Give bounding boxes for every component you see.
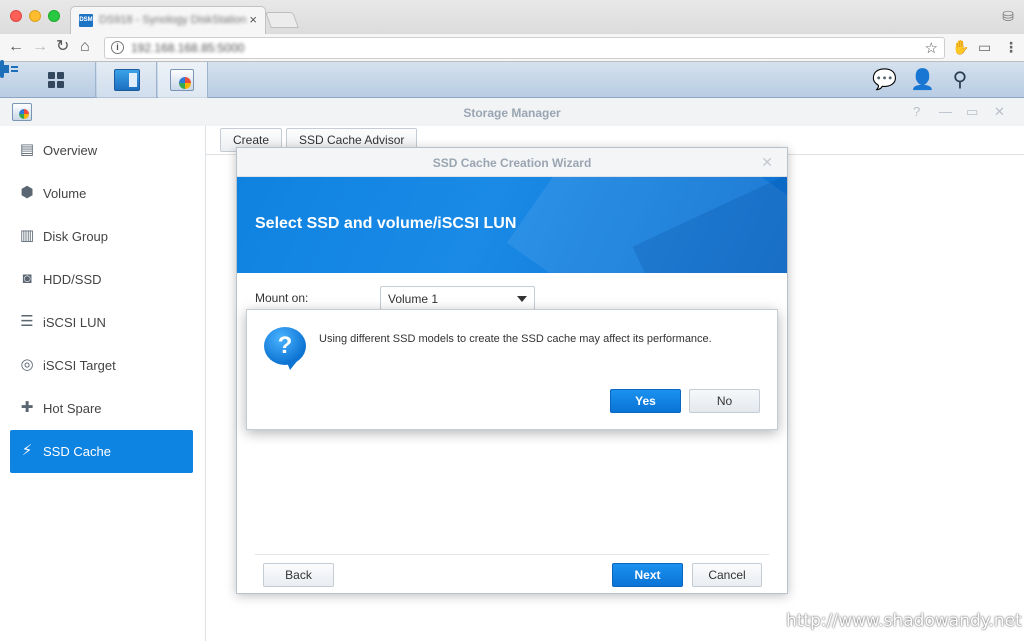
sidebar-item-hdd-ssd[interactable]: ◙ HDD/SSD [10, 258, 193, 301]
search-icon[interactable]: ⚲ [948, 69, 972, 91]
mount-on-select[interactable]: Volume 1 [380, 286, 535, 310]
sidebar-item-disk-group[interactable]: ▥ Disk Group [10, 215, 193, 258]
no-button[interactable]: No [689, 389, 760, 413]
extension-icon[interactable]: ✋ [952, 39, 969, 56]
home-icon[interactable]: ⌂ [80, 38, 90, 56]
browser-tab-strip: DSM DS918 - Synology DiskStation × ⛁ [0, 0, 1024, 34]
sidebar-item-volume[interactable]: ⬢ Volume [10, 172, 193, 215]
chevron-down-icon [517, 296, 527, 302]
main-menu-icon [48, 72, 64, 88]
mount-on-label: Mount on: [255, 291, 309, 305]
sidebar-item-label: Hot Spare [43, 401, 102, 416]
close-window-icon[interactable] [10, 10, 22, 22]
hot-spare-icon: ✚ [20, 399, 34, 416]
star-icon[interactable]: ☆ [925, 39, 938, 57]
ssd-cache-icon: ⚡ [21, 442, 33, 459]
sidebar-item-label: HDD/SSD [43, 272, 102, 287]
menu-icon[interactable]: ⋮ [1004, 39, 1018, 56]
widgets-icon[interactable] [0, 60, 4, 78]
wizard-step-title: Select SSD and volume/iSCSI LUN [255, 215, 517, 232]
cast-icon[interactable]: ▭ [978, 39, 991, 56]
sidebar-item-label: Volume [43, 186, 87, 201]
storage-manager-icon [114, 69, 140, 91]
wizard-titlebar: SSD Cache Creation Wizard ✕ [237, 148, 787, 177]
volume-icon: ⬢ [20, 184, 34, 201]
user-icon[interactable]: 👤 [910, 69, 935, 91]
maximize-icon[interactable]: ▭ [966, 104, 978, 120]
forward-arrow-icon[interactable]: → [32, 38, 48, 56]
sidebar-item-label: iSCSI LUN [43, 315, 106, 330]
question-icon: ? [264, 327, 306, 370]
hdd-icon: ◙ [22, 270, 32, 287]
help-icon[interactable]: ? [913, 104, 920, 119]
info-icon[interactable]: i [111, 41, 124, 54]
sidebar-item-label: SSD Cache [43, 444, 111, 459]
reload-icon[interactable]: ↻ [56, 38, 69, 56]
sidebar-item-overview[interactable]: ▤ Overview [10, 129, 193, 172]
iscsi-target-icon: ◎ [20, 356, 34, 373]
dsm-taskbar: 💬 👤 ⚲ [0, 60, 1024, 98]
sidebar-item-label: Disk Group [43, 229, 109, 244]
taskbar-ssd-wizard[interactable] [158, 62, 208, 98]
incognito-icon[interactable]: ⛁ [1002, 8, 1014, 25]
cancel-button[interactable]: Cancel [692, 563, 762, 587]
iscsi-lun-icon: ☰ [20, 313, 34, 330]
wizard-title: SSD Cache Creation Wizard [432, 156, 592, 170]
sidebar-item-label: iSCSI Target [43, 358, 116, 373]
dsm-favicon-icon: DSM [79, 14, 93, 27]
taskbar-storage-manager[interactable] [97, 62, 157, 98]
chat-icon[interactable]: 💬 [872, 69, 897, 91]
new-tab-button[interactable] [265, 12, 299, 28]
sidebar-item-hot-spare[interactable]: ✚ Hot Spare [10, 387, 193, 430]
sidebar: ▤ Overview ⬢ Volume ▥ Disk Group ◙ HDD/S… [0, 126, 206, 641]
yes-button[interactable]: Yes [610, 389, 681, 413]
next-button[interactable]: Next [612, 563, 683, 587]
close-icon[interactable]: ✕ [994, 104, 1005, 120]
window-title: Storage Manager [463, 106, 561, 120]
sidebar-item-iscsi-target[interactable]: ◎ iSCSI Target [10, 344, 193, 387]
sidebar-item-label: Overview [43, 143, 98, 158]
disk-group-icon: ▥ [19, 227, 35, 244]
sidebar-item-ssd-cache[interactable]: ⚡ SSD Cache [10, 430, 193, 473]
footer-divider [255, 554, 769, 555]
address-toolbar: ← → ↻ ⌂ i 192.168.168.85:5000 ☆ ✋ ▭ ⋮ [0, 34, 1024, 62]
tab-title: DS918 - Synology DiskStation [99, 14, 247, 26]
tab-close-icon[interactable]: × [249, 12, 257, 27]
minimize-icon[interactable]: — [939, 104, 952, 119]
back-button[interactable]: Back [263, 563, 334, 587]
close-icon[interactable]: ✕ [761, 154, 773, 171]
back-arrow-icon[interactable]: ← [8, 38, 24, 56]
wizard-banner: Select SSD and volume/iSCSI LUN [237, 177, 787, 273]
confirm-dialog: ? Using different SSD models to create t… [246, 309, 778, 430]
confirm-message: Using different SSD models to create the… [319, 333, 712, 345]
minimize-window-icon[interactable] [29, 10, 41, 22]
address-bar[interactable]: i 192.168.168.85:5000 ☆ [104, 37, 945, 59]
overview-icon: ▤ [19, 141, 35, 158]
mount-on-value: Volume 1 [388, 292, 439, 306]
window-titlebar: Storage Manager ? — ▭ ✕ [0, 98, 1024, 126]
maximize-window-icon[interactable] [48, 10, 60, 22]
watermark: http://www.shadowandy.net [786, 611, 1022, 631]
url-text: 192.168.168.85:5000 [131, 41, 245, 55]
ssd-wizard-icon [170, 69, 194, 91]
browser-tab[interactable]: DSM DS918 - Synology DiskStation × [70, 6, 266, 34]
sidebar-item-iscsi-lun[interactable]: ☰ iSCSI LUN [10, 301, 193, 344]
main-menu-button[interactable] [16, 62, 96, 98]
